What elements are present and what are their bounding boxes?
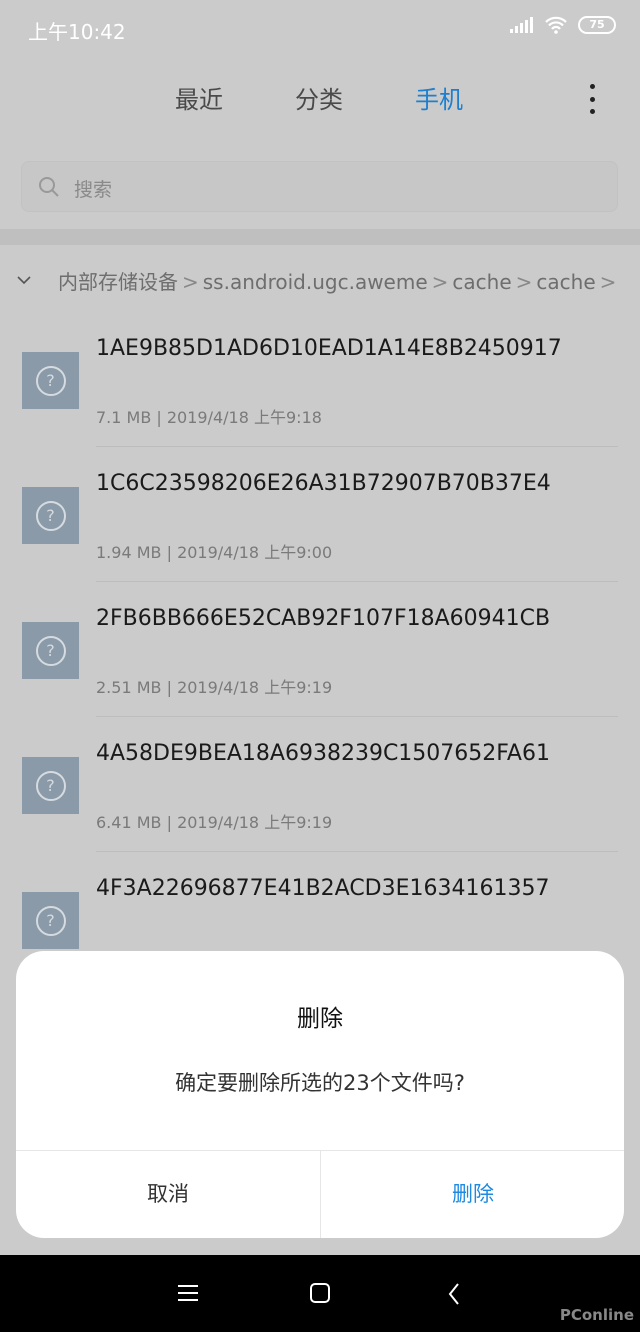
divider-band [0,229,640,245]
status-bar: 上午10:42 75 [0,0,640,58]
tab-phone[interactable]: 手机 [415,80,463,115]
unknown-file-icon: ? [22,757,79,814]
file-name: 4A58DE9BEA18A6938239C1507652FA61 [96,741,550,766]
chevron-right-icon: > [599,270,617,294]
file-meta: 2.51 MB | 2019/4/18 上午9:19 [96,678,333,697]
breadcrumb-item[interactable]: cache [536,270,595,294]
watermark: PConline [559,1306,634,1324]
signal-icon [510,17,533,33]
menu-icon[interactable] [178,1285,198,1301]
file-meta: 7.1 MB | 2019/4/18 上午9:18 [96,408,322,427]
search-icon [39,177,59,197]
tab-bar: 最近 分类 手机 [0,80,640,120]
chevron-down-icon[interactable] [16,269,32,289]
tab-category[interactable]: 分类 [295,80,343,115]
file-name: 2FB6BB666E52CAB92F107F18A60941CB [96,606,551,631]
file-row[interactable]: ? 1AE9B85D1AD6D10EAD1A14E8B2450917 7.1 M… [0,312,640,447]
chevron-right-icon: > [431,270,449,294]
back-icon[interactable] [448,1283,460,1305]
unknown-file-icon: ? [22,892,79,949]
clock: 上午10:42 [28,20,126,44]
chevron-right-icon: > [182,270,199,294]
search-placeholder: 搜索 [74,179,113,201]
battery-icon: 75 [578,16,616,34]
wifi-icon [545,16,567,34]
file-name: 4F3A22696877E41B2ACD3E1634161357 [96,876,550,901]
more-menu-icon[interactable] [588,84,596,114]
file-row[interactable]: ? 4A58DE9BEA18A6938239C1507652FA61 6.41 … [0,717,640,852]
breadcrumb-item[interactable]: 内部存储设备 [58,270,178,294]
unknown-file-icon: ? [22,487,79,544]
tab-recent[interactable]: 最近 [175,80,223,115]
confirm-delete-button[interactable]: 删除 [321,1150,624,1238]
breadcrumb-item[interactable]: ss.android.ugc.aweme [203,270,428,294]
file-meta: 6.41 MB | 2019/4/18 上午9:19 [96,813,333,832]
file-row[interactable]: ? 2FB6BB666E52CAB92F107F18A60941CB 2.51 … [0,582,640,717]
breadcrumb-item[interactable]: cache [452,270,511,294]
dialog-title: 删除 [297,1006,343,1032]
unknown-file-icon: ? [22,352,79,409]
file-meta: 1.94 MB | 2019/4/18 上午9:00 [96,543,333,562]
dialog-message: 确定要删除所选的23个文件吗? [175,1071,465,1095]
unknown-file-icon: ? [22,622,79,679]
breadcrumb: 内部存储设备 > ss.android.ugc.aweme > cache > cache > [0,266,640,296]
delete-dialog: 删除 确定要删除所选的23个文件吗? 取消 删除 [16,951,624,1238]
chevron-right-icon: > [515,270,533,294]
file-name: 1AE9B85D1AD6D10EAD1A14E8B2450917 [96,336,562,361]
file-row[interactable]: ? 1C6C23598206E26A31B72907B70B37E4 1.94 … [0,447,640,582]
navigation-bar: PConline [0,1255,640,1332]
home-icon[interactable] [310,1283,330,1303]
cancel-button[interactable]: 取消 [16,1150,320,1238]
file-name: 1C6C23598206E26A31B72907B70B37E4 [96,471,551,496]
search-input[interactable]: 搜索 [21,161,618,212]
